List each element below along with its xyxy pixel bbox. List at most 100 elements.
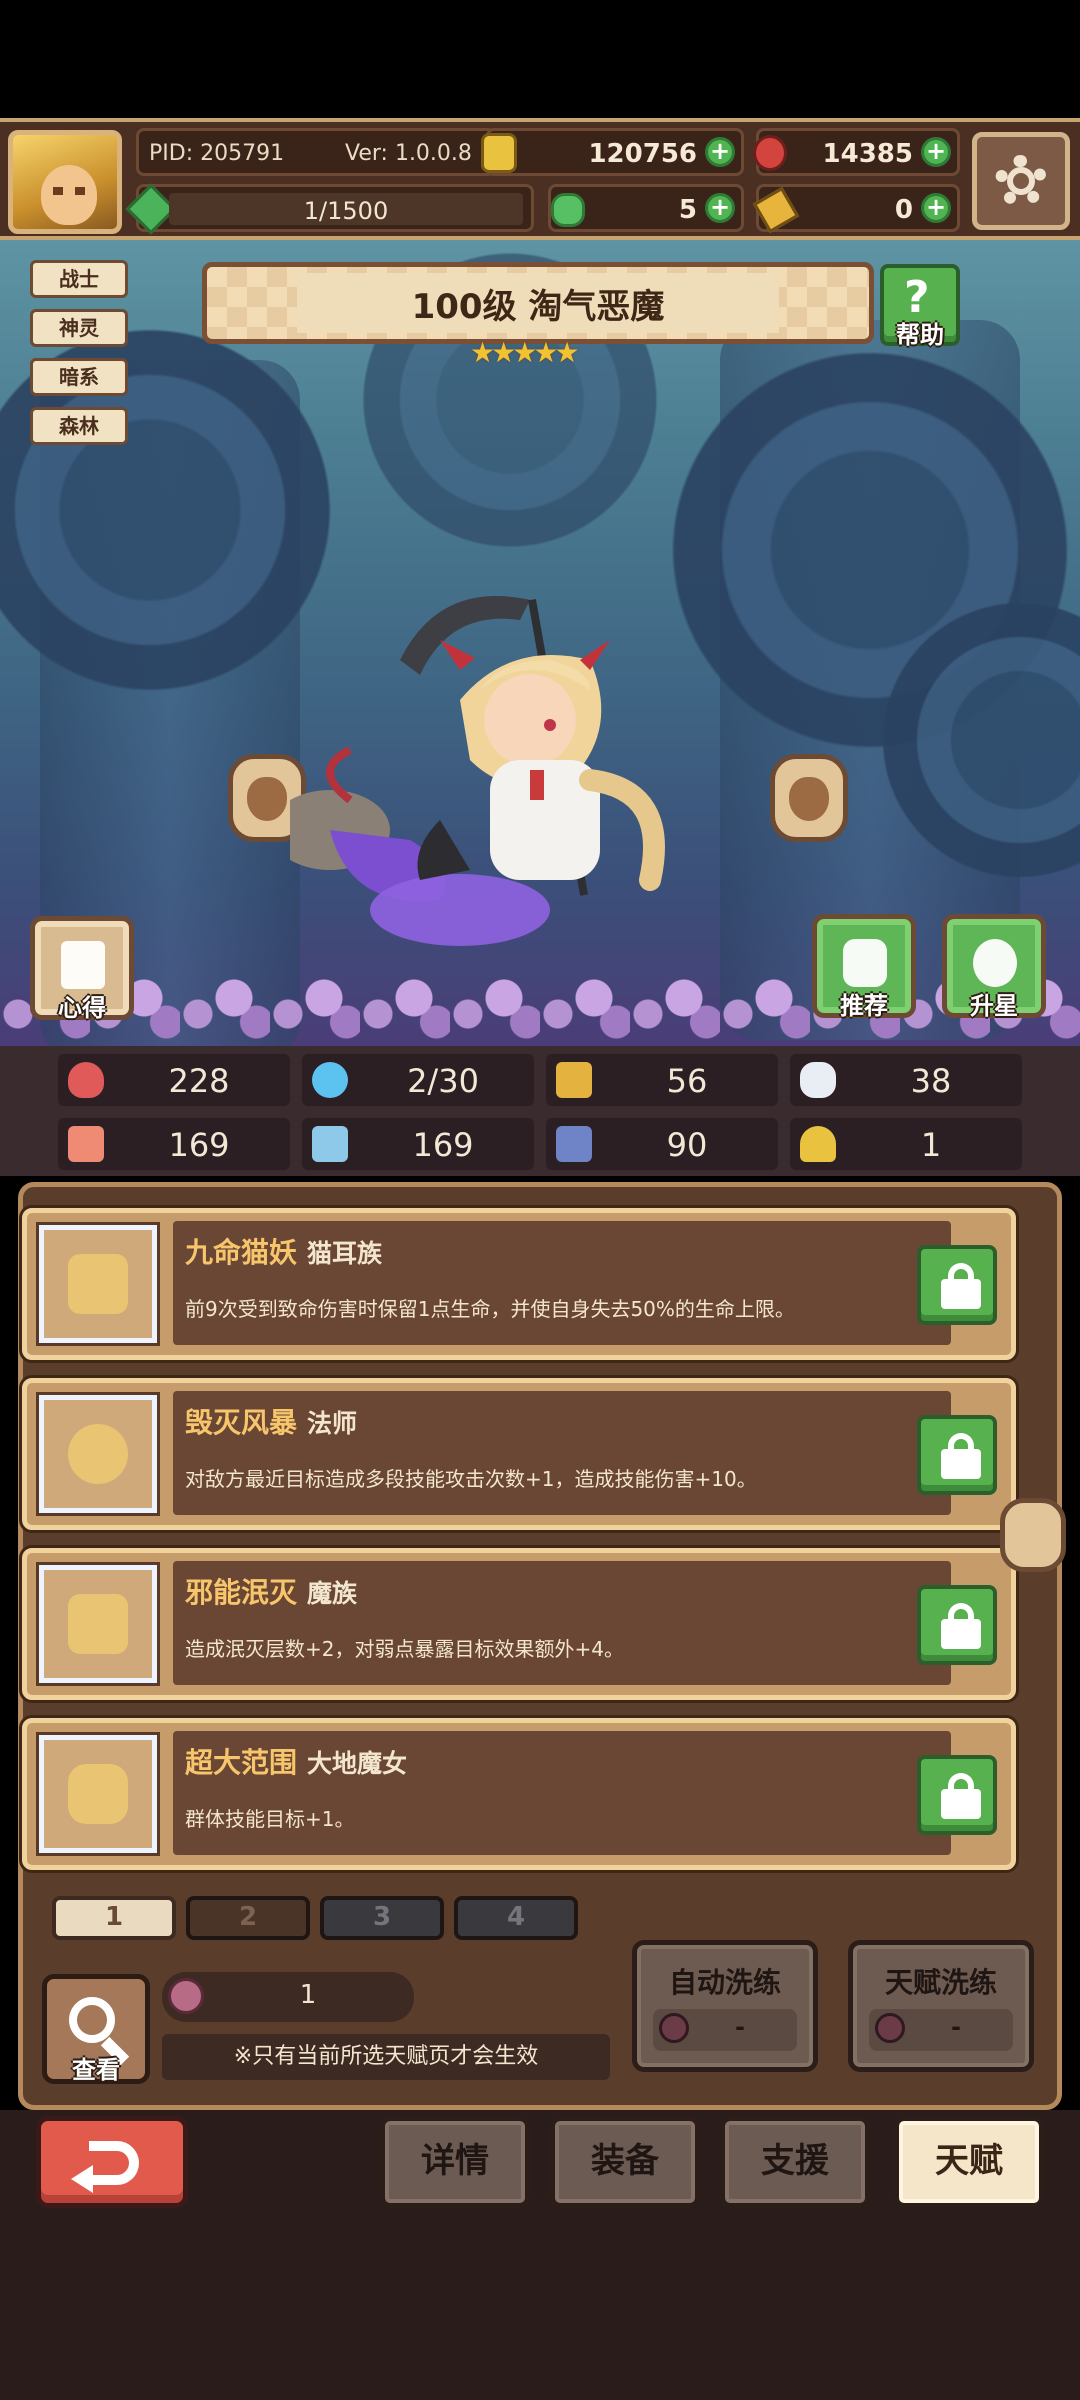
auto-wash-cost: - xyxy=(735,2013,745,2041)
hero-title: 100级 淘气恶魔 xyxy=(411,287,665,327)
demon-icon xyxy=(39,1565,157,1683)
talent-page-note: ※只有当前所选天赋页才会生效 xyxy=(162,2034,610,2080)
talent-wash-label: 天赋洗练 xyxy=(884,1966,997,1999)
key-icon xyxy=(752,186,800,234)
talent-tribe: 猫耳族 xyxy=(307,1239,383,1268)
tab-equipment[interactable]: 装备 xyxy=(550,2116,700,2208)
staff-icon xyxy=(39,1395,157,1513)
add-gem-button[interactable]: + xyxy=(921,137,951,167)
recommend-label: 推荐 xyxy=(840,992,888,1020)
tab-talent[interactable]: 天赋 xyxy=(894,2116,1044,2208)
view-button[interactable]: 查看 xyxy=(42,1974,150,2084)
stat-speed: 38 xyxy=(790,1054,1022,1106)
clover-icon xyxy=(551,193,585,227)
talent-name: 毁灭风暴 xyxy=(185,1406,298,1439)
pid-version-panel: PID: 205791 Ver: 1.0.0.8 xyxy=(136,128,496,176)
talent-description: 群体技能目标+1。 xyxy=(185,1807,355,1831)
talent-name: 邪能泯灭 xyxy=(185,1576,298,1609)
tab-support[interactable]: 支援 xyxy=(720,2116,870,2208)
insight-button[interactable]: 心得 xyxy=(30,916,134,1022)
magnifier-icon xyxy=(69,1997,115,2043)
gem-counter: 14385 + xyxy=(753,128,960,176)
return-arrow-icon xyxy=(89,2141,139,2185)
fruit-count: 1 xyxy=(299,1980,317,2010)
lock-icon xyxy=(941,1449,981,1479)
next-hero-button[interactable] xyxy=(770,754,848,842)
add-clover-button[interactable]: + xyxy=(705,193,735,223)
stat-defense: 56 xyxy=(546,1054,778,1106)
talent-lock-button[interactable] xyxy=(917,1585,997,1665)
stat-attack: 169 xyxy=(58,1118,290,1170)
talent-card[interactable]: 超大范围 大地魔女 群体技能目标+1。 xyxy=(22,1718,1016,1870)
talent-page-tab-1[interactable]: 1 xyxy=(52,1896,176,1940)
lock-icon xyxy=(941,1789,981,1819)
star-up-label: 升星 xyxy=(970,992,1018,1020)
help-label: 帮助 xyxy=(896,321,944,349)
top-resource-bar: PID: 205791 Ver: 1.0.0.8 120756 + 14385 … xyxy=(0,118,1080,240)
talent-card[interactable]: 邪能泯灭 魔族 造成泯灭层数+2，对弱点暴露目标效果额外+4。 xyxy=(22,1548,1016,1700)
insight-label: 心得 xyxy=(58,994,106,1022)
berry-icon xyxy=(168,1978,204,2014)
add-gold-button[interactable]: + xyxy=(705,137,735,167)
gold-amount: 120756 xyxy=(588,139,697,169)
back-button[interactable] xyxy=(36,2116,188,2208)
hero-sprite[interactable] xyxy=(290,580,770,1000)
tag-dark[interactable]: 暗系 xyxy=(30,358,128,396)
heart-gem-right-icon xyxy=(789,777,829,821)
shield-icon xyxy=(556,1062,592,1098)
clover-counter: 5 + xyxy=(548,184,744,232)
boot-icon xyxy=(556,1126,592,1162)
wash-fruit-counter: 1 xyxy=(162,1972,414,2022)
book-icon xyxy=(312,1126,348,1162)
heart-gem-left-icon xyxy=(247,777,287,821)
tag-warrior[interactable]: 战士 xyxy=(30,260,128,298)
stat-luck: 1 xyxy=(790,1118,1022,1170)
stat-magic: 169 xyxy=(302,1118,534,1170)
talent-description: 前9次受到致命伤害时保留1点生命，并使自身失去50%的生命上限。 xyxy=(185,1297,795,1321)
help-button[interactable]: ? 帮助 xyxy=(880,264,960,349)
game-version: Ver: 1.0.0.8 xyxy=(345,141,472,166)
talent-card[interactable]: 九命猫妖 猫耳族 前9次受到致命伤害时保留1点生命，并使自身失去50%的生命上限。 xyxy=(22,1208,1016,1360)
key-counter: 0 + xyxy=(752,184,960,234)
thumbs-up-icon xyxy=(843,939,887,987)
auto-wash-button[interactable]: 自动洗练 - xyxy=(632,1940,818,2072)
talent-page-tab-2[interactable]: 2 xyxy=(186,1896,310,1940)
heart-icon xyxy=(68,1062,104,1098)
talent-wash-button[interactable]: 天赋洗练 - xyxy=(848,1940,1034,2072)
add-key-button[interactable]: + xyxy=(921,193,951,223)
lock-icon xyxy=(941,1279,981,1309)
gem-amount: 14385 xyxy=(822,139,913,169)
hero-star-rating: ★★★★★ xyxy=(470,336,610,370)
exp-bar: 1/1500 xyxy=(125,183,534,235)
player-avatar[interactable] xyxy=(8,130,122,234)
red-gem-icon xyxy=(753,135,787,171)
droplet-icon xyxy=(312,1062,348,1098)
stat-mana: 2/30 xyxy=(302,1054,534,1106)
talent-card[interactable]: 毁灭风暴 法师 对敌方最近目标造成多段技能攻击次数+1，造成技能伤害+10。 xyxy=(22,1378,1016,1530)
clover-amount: 5 xyxy=(678,195,697,225)
recommend-button[interactable]: 推荐 xyxy=(812,914,916,1020)
stat-agility: 90 xyxy=(546,1118,778,1170)
panel-side-knob xyxy=(1000,1498,1066,1572)
star-up-button[interactable]: 升星 xyxy=(942,914,1046,1020)
talent-tribe: 魔族 xyxy=(307,1579,358,1608)
talent-page-tab-3[interactable]: 3 xyxy=(320,1896,444,1940)
tab-details[interactable]: 详情 xyxy=(380,2116,530,2208)
talent-lock-button[interactable] xyxy=(917,1755,997,1835)
talent-page-tab-4[interactable]: 4 xyxy=(454,1896,578,1940)
exp-value: 1/1500 xyxy=(303,197,389,225)
fist-icon xyxy=(68,1126,104,1162)
star-icon: ★ xyxy=(554,336,580,369)
talent-lock-button[interactable] xyxy=(917,1245,997,1325)
talent-name: 超大范围 xyxy=(185,1746,298,1779)
star-badge-icon xyxy=(973,939,1017,987)
tag-deity[interactable]: 神灵 xyxy=(30,309,128,347)
player-id: PID: 205791 xyxy=(149,141,285,166)
settings-button[interactable] xyxy=(972,132,1070,230)
star-icon xyxy=(39,1735,157,1853)
tag-forest[interactable]: 森林 xyxy=(30,407,128,445)
talent-lock-button[interactable] xyxy=(917,1415,997,1495)
cat-icon xyxy=(39,1225,157,1343)
notebook-icon xyxy=(61,941,105,989)
wing-icon xyxy=(800,1062,836,1098)
